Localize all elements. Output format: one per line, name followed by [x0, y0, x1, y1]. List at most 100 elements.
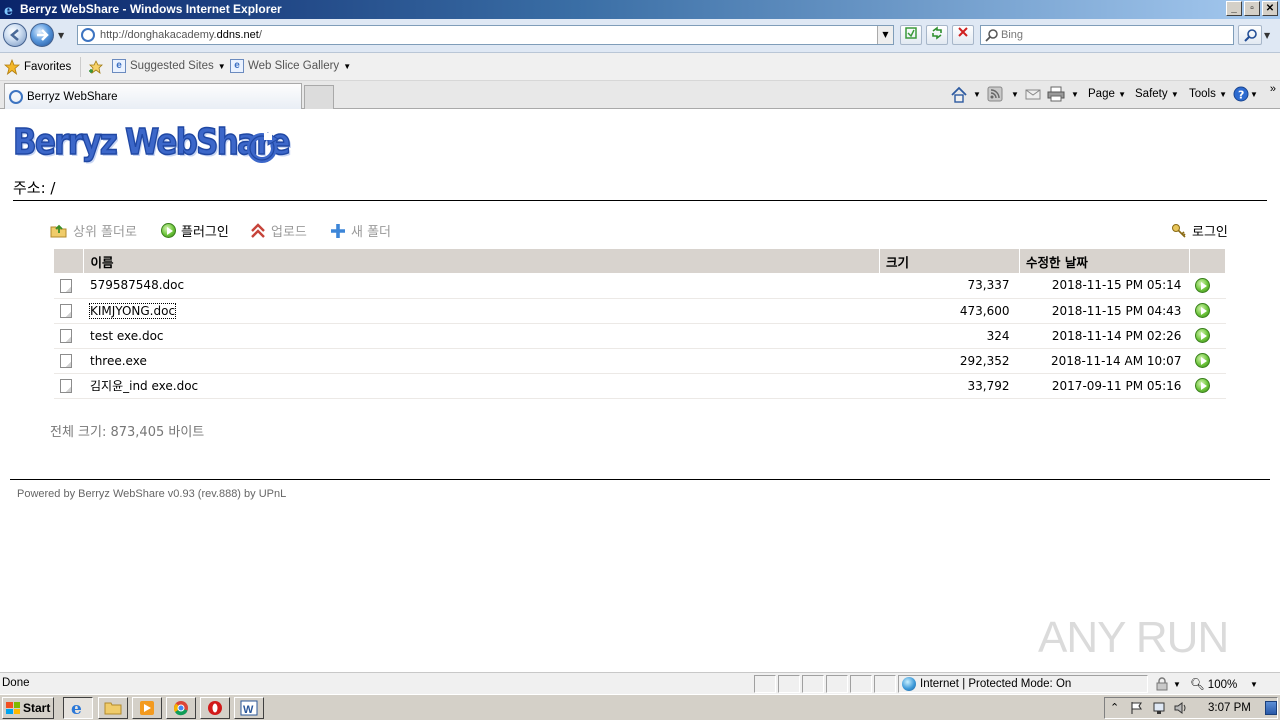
show-hidden-icons-icon[interactable]: ⌃	[1110, 701, 1119, 714]
taskbar-word-button[interactable]: W	[234, 697, 264, 719]
file-name-link[interactable]: test exe.doc	[90, 329, 164, 343]
status-text: Done	[2, 677, 30, 689]
taskbar-explorer-button[interactable]	[98, 697, 128, 719]
lock-dropdown-icon[interactable]: ▼	[1173, 680, 1181, 689]
file-size: 324	[879, 323, 1020, 349]
address-bar[interactable]: http://donghakacademy.ddns.net/ ▼	[77, 25, 894, 45]
web-slice-gallery-menu[interactable]: e Web Slice Gallery ▼	[230, 59, 351, 73]
taskbar: Start e W ⌃ 3:07 PM	[0, 694, 1280, 720]
refresh-button[interactable]	[926, 25, 948, 45]
taskbar-chrome-button[interactable]	[166, 697, 196, 719]
stop-button[interactable]	[952, 25, 974, 45]
file-name-link[interactable]: three.exe	[90, 354, 147, 368]
address-dropdown-icon[interactable]: ▼	[877, 26, 893, 44]
more-commands-icon[interactable]: »	[1270, 83, 1276, 95]
upload-arrows-icon	[251, 222, 265, 238]
minimize-button[interactable]: _	[1226, 1, 1242, 16]
file-icon	[60, 353, 72, 368]
anyrun-watermark: ANY RUN	[1038, 607, 1238, 667]
table-row: 김지윤_ind exe.doc 33,792 2017-09-11 PM 05:…	[54, 373, 1226, 399]
svg-text:W: W	[243, 704, 254, 716]
page-icon	[9, 90, 23, 104]
word-icon: W	[240, 700, 258, 716]
close-window-button[interactable]: ✕	[1262, 1, 1278, 16]
print-icon[interactable]	[1047, 86, 1065, 102]
status-segment	[754, 675, 776, 693]
up-folder-button[interactable]: 상위 폴더로	[50, 221, 137, 240]
search-go-button[interactable]	[1238, 25, 1262, 45]
internet-globe-icon	[902, 677, 916, 691]
add-favorites-icon	[89, 60, 103, 74]
safety-menu[interactable]: Safety ▼	[1135, 88, 1179, 100]
opera-icon	[208, 701, 222, 715]
search-options-dropdown-icon[interactable]: ▼	[1264, 31, 1270, 40]
powered-by-text: Powered by Berryz WebShare v0.93 (rev.88…	[17, 488, 287, 500]
forward-button[interactable]	[30, 23, 54, 47]
taskbar-ie-button[interactable]: e	[63, 697, 93, 719]
play-icon[interactable]	[1195, 378, 1211, 393]
search-input[interactable]: Bing	[980, 25, 1234, 45]
taskbar-opera-button[interactable]	[200, 697, 230, 719]
volume-icon[interactable]	[1173, 701, 1189, 715]
help-dropdown-icon[interactable]: ▼	[1250, 90, 1258, 99]
clock[interactable]: 3:07 PM	[1208, 702, 1251, 714]
new-tab-button[interactable]	[304, 85, 334, 109]
file-date: 2018-11-15 PM 04:43	[1019, 298, 1190, 324]
home-icon[interactable]	[950, 86, 968, 103]
play-icon[interactable]	[1195, 303, 1211, 318]
tab-berryz-webshare[interactable]: Berryz WebShare	[4, 83, 302, 109]
file-name-link[interactable]: 579587548.doc	[90, 278, 184, 292]
new-folder-button[interactable]: 새 폴더	[330, 221, 391, 240]
file-size: 292,352	[879, 348, 1020, 374]
file-name-link[interactable]: KIMJYONG.doc	[88, 302, 177, 319]
protected-mode-lock-icon[interactable]	[1155, 677, 1169, 691]
ie-page-icon: e	[230, 59, 244, 73]
folder-up-icon	[50, 224, 67, 237]
plus-icon	[331, 223, 345, 238]
show-desktop-icon[interactable]	[1265, 701, 1277, 715]
restore-button[interactable]: ▫	[1244, 1, 1260, 16]
file-date: 2018-11-14 AM 10:07	[1019, 348, 1190, 374]
back-button[interactable]	[3, 23, 27, 47]
login-button[interactable]: 로그인	[1171, 221, 1228, 240]
compatibility-view-button[interactable]	[900, 25, 922, 45]
favorites-star-icon	[4, 59, 20, 75]
file-toolbar: 상위 폴더로 플러그인 업로드 새 폴더 로그인	[50, 221, 1230, 243]
window-titlebar: e Berryz WebShare - Windows Internet Exp…	[0, 0, 1280, 19]
home-dropdown-icon[interactable]: ▼	[973, 90, 981, 99]
tools-menu[interactable]: Tools ▼	[1189, 88, 1227, 100]
play-icon[interactable]	[1195, 353, 1211, 368]
read-mail-icon[interactable]	[1025, 86, 1041, 102]
help-icon[interactable]: ?	[1233, 86, 1249, 102]
favorites-button[interactable]: Favorites	[4, 59, 71, 75]
taskbar-media-player-button[interactable]	[132, 697, 162, 719]
feeds-dropdown-icon[interactable]: ▼	[1011, 90, 1019, 99]
add-to-favorites-bar-button[interactable]	[88, 59, 104, 75]
upload-button[interactable]: 업로드	[250, 221, 307, 240]
logo-refresh-icon	[247, 132, 279, 163]
file-name-link[interactable]: 김지윤_ind exe.doc	[90, 379, 198, 393]
zoom-level[interactable]: 🔍︎ 100%	[1190, 677, 1237, 691]
security-zone[interactable]: Internet | Protected Mode: On	[898, 675, 1148, 693]
ie-icon: e	[71, 699, 82, 717]
zoom-dropdown-icon[interactable]: ▼	[1250, 680, 1258, 689]
file-icon	[60, 378, 72, 393]
plugin-button[interactable]: 플러그인	[161, 221, 229, 240]
column-header-modified[interactable]: 수정한 날짜	[1019, 249, 1190, 273]
start-button[interactable]: Start	[2, 697, 54, 719]
address-url[interactable]: http://donghakacademy.ddns.net/	[100, 29, 262, 41]
suggested-sites-menu[interactable]: e Suggested Sites ▼	[112, 59, 226, 73]
column-header-size[interactable]: 크기	[879, 249, 1020, 273]
status-segment	[778, 675, 800, 693]
network-icon[interactable]	[1152, 701, 1166, 715]
play-icon[interactable]	[1195, 277, 1211, 293]
page-content: Berryz WebShare 주소: / 상위 폴더로 플러그인 업로드 새 …	[0, 110, 1280, 672]
play-icon[interactable]	[1195, 328, 1211, 343]
column-header-action	[1189, 249, 1227, 273]
print-dropdown-icon[interactable]: ▼	[1071, 90, 1079, 99]
history-dropdown-icon[interactable]: ▼	[58, 31, 64, 40]
action-center-flag-icon[interactable]	[1130, 701, 1144, 715]
page-menu[interactable]: Page ▼	[1088, 88, 1126, 100]
column-header-name[interactable]: 이름	[83, 249, 881, 273]
feeds-icon[interactable]	[987, 86, 1003, 102]
